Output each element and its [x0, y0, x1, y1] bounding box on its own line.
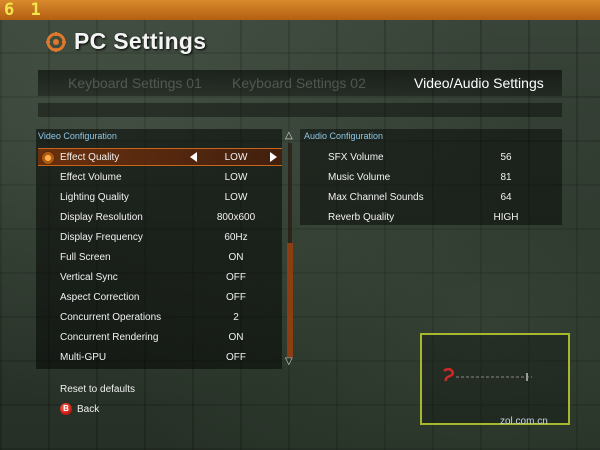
arrow-left-icon[interactable] [190, 152, 197, 162]
video-section-heading: Video Configuration [38, 131, 117, 141]
setting-label: Multi-GPU [60, 351, 107, 363]
setting-value: 800x600 [216, 211, 256, 223]
setting-label: Display Frequency [60, 231, 143, 243]
setting-row-concurrent-operations[interactable]: Concurrent Operations 2 [38, 308, 282, 326]
setting-row-reverb-quality[interactable]: Reverb Quality HIGH [302, 208, 560, 226]
scroll-up-arrow-icon[interactable]: △ [285, 131, 293, 141]
tab-video-audio-settings[interactable]: Video/Audio Settings [400, 75, 558, 91]
setting-row-multi-gpu[interactable]: Multi-GPU OFF [38, 348, 282, 366]
setting-row-aspect-correction[interactable]: Aspect Correction OFF [38, 288, 282, 306]
watermark: zol.com.cn [500, 416, 548, 427]
tab-keyboard-settings-01[interactable]: Keyboard Settings 01 [38, 75, 218, 91]
reset-to-defaults-button[interactable]: Reset to defaults [60, 384, 135, 395]
setting-label: Concurrent Rendering [60, 331, 159, 343]
setting-label: Reverb Quality [328, 211, 395, 223]
setting-row-max-channel-sounds[interactable]: Max Channel Sounds 64 [302, 188, 560, 206]
setting-row-effect-quality[interactable]: Effect Quality LOW [38, 148, 282, 166]
setting-row-vertical-sync[interactable]: Vertical Sync OFF [38, 268, 282, 286]
setting-label: Max Channel Sounds [328, 191, 424, 203]
setting-label: SFX Volume [328, 151, 384, 163]
setting-label: Aspect Correction [60, 291, 140, 303]
top-bar: 6 1 [0, 0, 600, 20]
setting-row-effect-volume[interactable]: Effect Volume LOW [38, 168, 282, 186]
tabs-bar: Keyboard Settings 01 Keyboard Settings 0… [38, 70, 562, 96]
b-button-icon: B [60, 403, 72, 415]
back-button[interactable]: B Back [60, 403, 99, 415]
setting-label: Full Screen [60, 251, 111, 263]
title-area: PC Settings [46, 28, 206, 55]
setting-label: Vertical Sync [60, 271, 118, 283]
scroll-thumb[interactable] [287, 243, 293, 357]
audio-section-heading: Audio Configuration [304, 131, 384, 141]
setting-value: 81 [500, 171, 512, 183]
arrow-right-icon[interactable] [270, 152, 277, 162]
setting-row-display-frequency[interactable]: Display Frequency 60Hz [38, 228, 282, 246]
setting-value: 56 [500, 151, 512, 163]
sub-bar [38, 103, 562, 117]
setting-value: OFF [226, 291, 246, 303]
setting-value: HIGH [493, 211, 519, 223]
setting-row-concurrent-rendering[interactable]: Concurrent Rendering ON [38, 328, 282, 346]
tab-keyboard-settings-02[interactable]: Keyboard Settings 02 [218, 75, 400, 91]
setting-label: Display Resolution [60, 211, 143, 223]
scroll-down-arrow-icon[interactable]: ▽ [285, 357, 293, 367]
setting-value: ON [228, 331, 244, 343]
setting-value: 64 [500, 191, 512, 203]
setting-label: Concurrent Operations [60, 311, 162, 323]
setting-value: OFF [226, 351, 246, 363]
gear-icon [46, 31, 66, 52]
setting-row-full-screen[interactable]: Full Screen ON [38, 248, 282, 266]
setting-value: 2 [233, 311, 239, 323]
setting-row-music-volume[interactable]: Music Volume 81 [302, 168, 560, 186]
back-label: Back [77, 403, 100, 415]
setting-label: Effect Quality [60, 151, 120, 163]
setting-value: LOW [224, 191, 248, 203]
studio-logo-icon [442, 365, 542, 385]
setting-label: Effect Volume [60, 171, 122, 183]
setting-row-display-resolution[interactable]: Display Resolution 800x600 [38, 208, 282, 226]
selection-cursor-icon [41, 151, 55, 165]
setting-value: 60Hz [224, 231, 248, 243]
setting-row-lighting-quality[interactable]: Lighting Quality LOW [38, 188, 282, 206]
fps-counter: 6 1 [4, 0, 44, 20]
setting-value: OFF [226, 271, 246, 283]
setting-value: ON [228, 251, 244, 263]
setting-label: Lighting Quality [60, 191, 129, 203]
page-title: PC Settings [74, 28, 207, 54]
scrollbar[interactable]: △ ▽ [284, 131, 296, 369]
setting-label: Music Volume [328, 171, 391, 183]
setting-row-sfx-volume[interactable]: SFX Volume 56 [302, 148, 560, 166]
setting-value: LOW [224, 171, 248, 183]
setting-value: LOW [224, 151, 248, 163]
